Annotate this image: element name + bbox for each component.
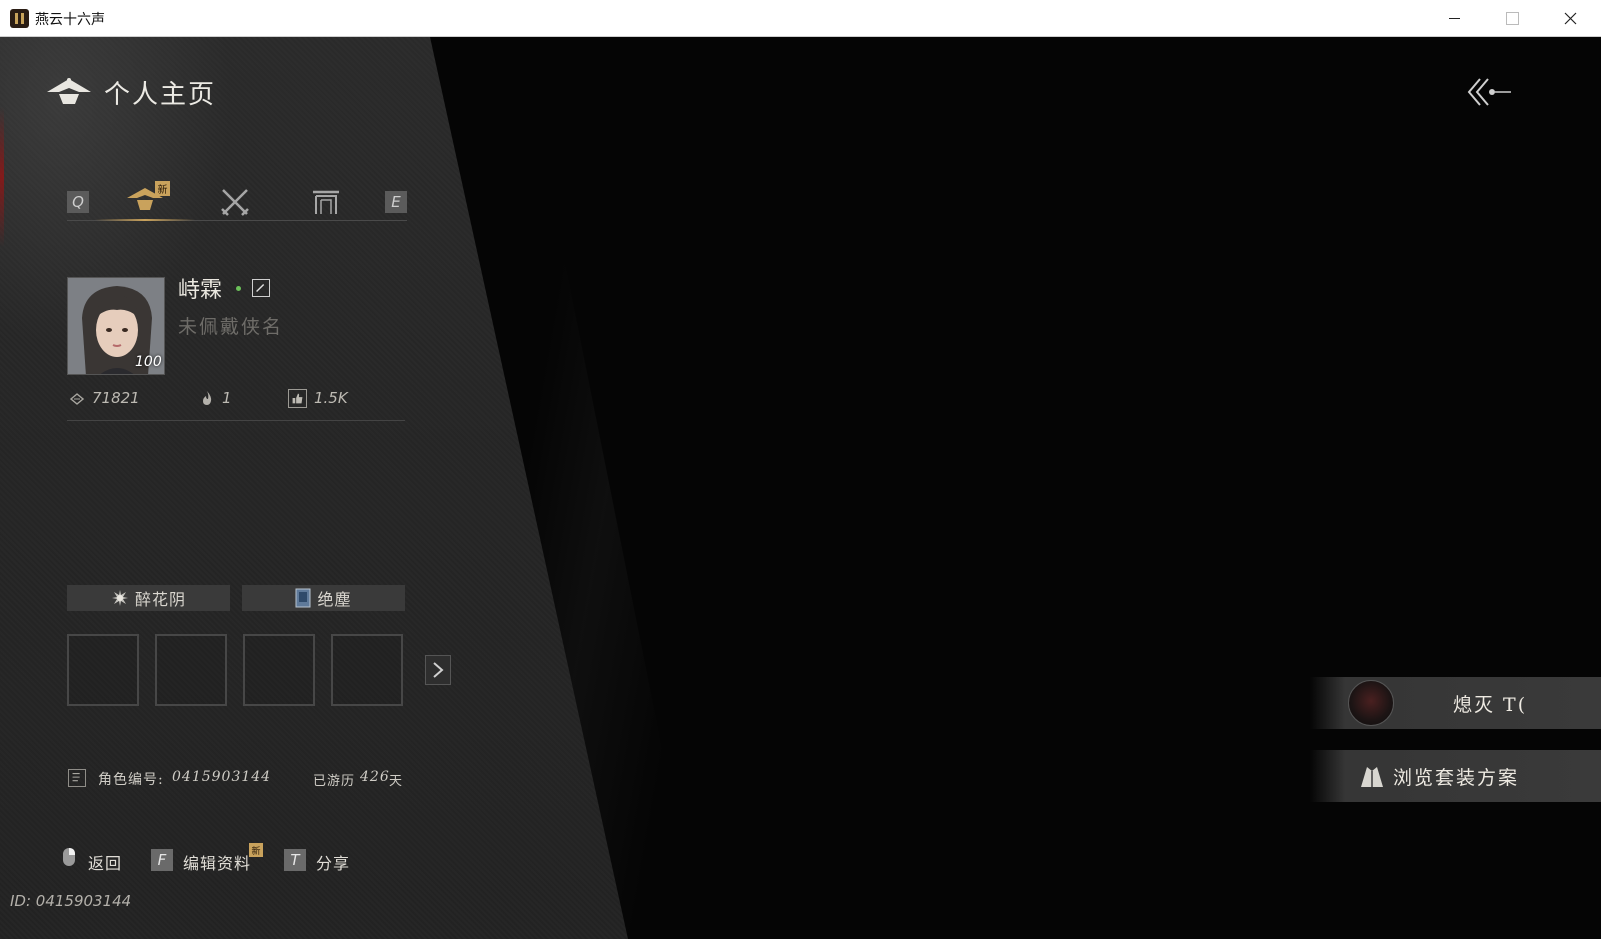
- back-arrow-icon: [1467, 78, 1511, 106]
- edit-profile-label[interactable]: 编辑资料: [183, 850, 251, 874]
- days-prefix: 已游历: [313, 774, 356, 789]
- showcase-slot-1[interactable]: [67, 634, 139, 706]
- sect-label: 绝塵: [317, 590, 352, 609]
- flower-icon: [111, 590, 128, 606]
- window-title: 燕云十六声: [35, 12, 105, 28]
- emote-button[interactable]: 熄灭 T(: [1310, 677, 1601, 729]
- chevron-right-icon: [433, 662, 444, 678]
- window-titlebar: 燕云十六声: [0, 0, 1601, 37]
- close-button[interactable]: [1541, 0, 1599, 36]
- days-value: 426: [360, 769, 390, 785]
- edit-name-button[interactable]: [252, 279, 270, 297]
- thumbs-up-icon: [288, 389, 307, 408]
- red-accent: [0, 107, 4, 247]
- level-label: 100: [135, 354, 162, 370]
- next-page-button[interactable]: [425, 655, 451, 685]
- sect-button-juechen[interactable]: 绝塵: [242, 585, 405, 611]
- showcase-slot-2[interactable]: [155, 634, 227, 706]
- close-icon: [1564, 12, 1576, 24]
- showcase-slot-4[interactable]: [331, 634, 403, 706]
- scroll-icon: [295, 588, 311, 608]
- browse-outfits-label: 浏览套装方案: [1393, 767, 1520, 789]
- active-tab-indicator: [95, 219, 195, 221]
- sect-button-zuihuayin[interactable]: 醉花阴: [67, 585, 230, 611]
- tab-combat[interactable]: [219, 187, 251, 217]
- maximize-icon: [1505, 11, 1519, 25]
- stat-likes-value: 1.5K: [314, 389, 348, 407]
- new-badge: 新: [155, 181, 170, 196]
- days-suffix: 天: [389, 774, 404, 789]
- emote-label: 熄灭 T(: [1453, 694, 1528, 716]
- new-badge: 新: [249, 843, 263, 857]
- crossed-swords-icon: [221, 189, 249, 216]
- share-label[interactable]: 分享: [316, 850, 350, 874]
- emote-avatar: [1348, 680, 1394, 726]
- chivalry-title-placeholder[interactable]: 未佩戴侠名: [178, 312, 283, 339]
- showcase-slot-3[interactable]: [243, 634, 315, 706]
- flame-icon: [200, 390, 214, 406]
- page-title: 个人主页: [104, 80, 217, 110]
- pencil-icon: [256, 283, 265, 293]
- stat-flame-value: 1: [222, 389, 232, 407]
- rank-icon: [69, 391, 85, 405]
- hat-icon: [45, 74, 93, 114]
- minimize-icon: [1448, 17, 1460, 19]
- outfit-icon: [1358, 762, 1386, 790]
- tab-prev-key[interactable]: Q: [67, 191, 89, 213]
- minimize-button[interactable]: [1425, 0, 1483, 36]
- tab-sect[interactable]: [310, 187, 342, 217]
- edit-profile-key[interactable]: F: [151, 849, 173, 871]
- character-id-value: 0415903144: [172, 769, 272, 785]
- mouse-icon: [62, 847, 76, 867]
- id-card-icon: [68, 769, 86, 787]
- back-arrow-button[interactable]: [1466, 75, 1512, 113]
- browse-outfits-button[interactable]: 浏览套装方案: [1310, 750, 1601, 802]
- gate-icon: [313, 190, 339, 214]
- game-viewport: 个人主页 Q 新 E 100 峙霖 未佩戴侠名 71821 1 1.5K 醉花阴…: [0, 37, 1601, 939]
- maximize-button[interactable]: [1483, 0, 1541, 36]
- online-status-dot: [236, 286, 241, 291]
- tab-next-key[interactable]: E: [385, 191, 407, 213]
- back-hint-label[interactable]: 返回: [88, 850, 122, 874]
- stat-rank-value: 71821: [92, 389, 140, 407]
- sect-label: 醉花阴: [134, 590, 186, 609]
- player-id-line: ID: 0415903144: [10, 892, 132, 910]
- share-key[interactable]: T: [284, 849, 306, 871]
- app-icon: [10, 9, 29, 28]
- player-name: 峙霖: [178, 278, 223, 303]
- profile-divider: [67, 420, 405, 421]
- character-id-label: 角色编号:: [98, 772, 164, 788]
